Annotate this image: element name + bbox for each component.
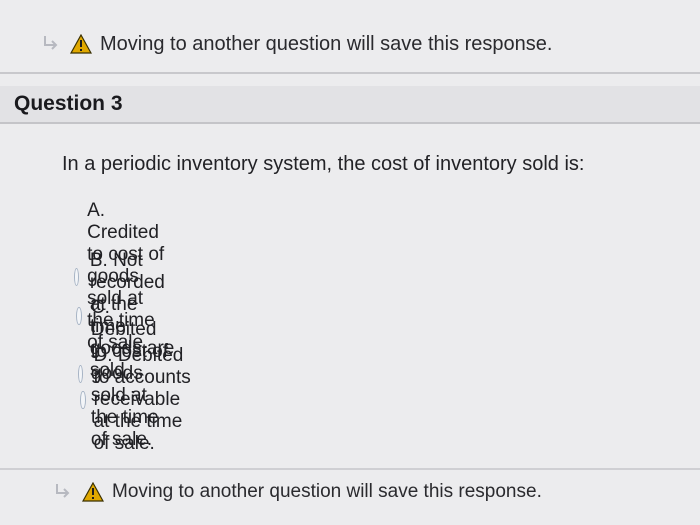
question-title: Question 3: [14, 92, 123, 115]
arrow-right-icon[interactable]: [38, 31, 64, 57]
warning-text: Moving to another question will save thi…: [112, 481, 542, 502]
warning-banner-bottom: Moving to another question will save thi…: [0, 470, 700, 514]
option-label: D. Debited to accounts receivable at the…: [93, 345, 191, 454]
question-prompt: In a periodic inventory system, the cost…: [62, 153, 585, 175]
divider: [0, 72, 700, 74]
option-d[interactable]: D. Debited to accounts receivable at the…: [80, 345, 193, 455]
question-header: Question 3: [0, 86, 700, 124]
warning-banner-top: Moving to another question will save thi…: [0, 22, 700, 66]
warning-text: Moving to another question will save thi…: [100, 32, 553, 55]
warning-triangle-icon: [81, 481, 105, 502]
warning-triangle-icon: [69, 33, 93, 54]
radio-unchecked-icon[interactable]: [80, 391, 86, 409]
arrow-right-icon[interactable]: [50, 479, 76, 505]
